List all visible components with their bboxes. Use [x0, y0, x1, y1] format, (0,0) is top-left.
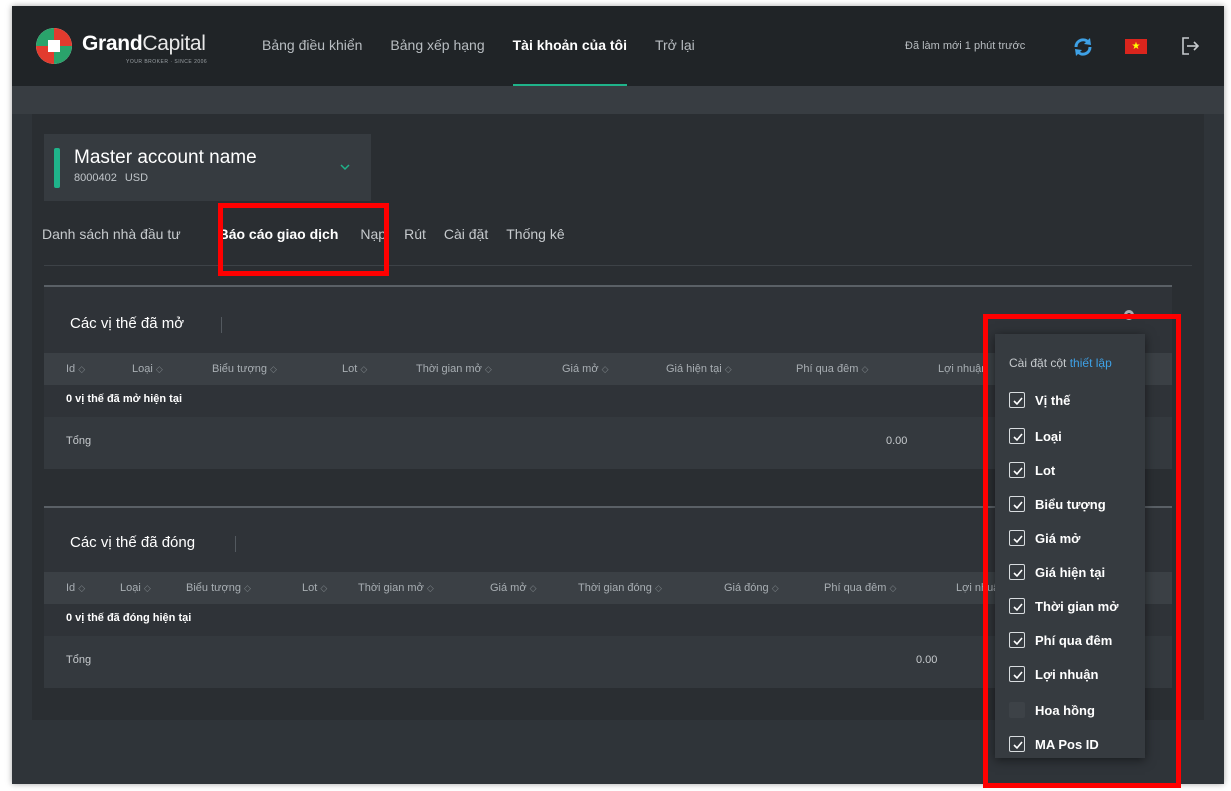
column-header[interactable]: Lot ◇: [302, 572, 327, 604]
title-divider: [235, 536, 236, 552]
logo-wordmark: GrandCapital: [82, 32, 206, 55]
column-header[interactable]: Thời gian mở ◇: [416, 353, 492, 385]
highlight-box-column-settings: [983, 314, 1181, 788]
column-header[interactable]: Phí qua đêm ◇: [824, 572, 896, 604]
flag-star-icon: ★: [1131, 41, 1141, 52]
sort-icon: ◇: [771, 583, 779, 593]
empty-state-text: 0 vị thế đã mở hiện tại: [66, 393, 183, 405]
account-details: 8000402 USD: [74, 172, 156, 184]
sort-icon: ◇: [654, 583, 662, 593]
account-status-bar: [54, 148, 60, 188]
column-header[interactable]: Thời gian mở ◇: [358, 572, 434, 604]
total-label: Tổng: [66, 654, 92, 666]
sub-header-strip: [12, 86, 1224, 114]
tab-withdraw[interactable]: Rút: [404, 214, 438, 268]
account-selector[interactable]: Master account name 8000402 USD: [44, 134, 371, 201]
column-header[interactable]: Lot ◇: [342, 353, 367, 385]
total-label: Tổng: [66, 435, 92, 447]
sort-icon: ◇: [155, 364, 163, 374]
column-header[interactable]: Loại ◇: [120, 572, 151, 604]
column-header[interactable]: Loại ◇: [132, 353, 163, 385]
sort-icon: ◇: [320, 583, 328, 593]
logout-icon[interactable]: [1180, 35, 1202, 57]
sort-icon: ◇: [529, 583, 537, 593]
sort-icon: ◇: [861, 364, 869, 374]
column-header[interactable]: Giá mở ◇: [562, 353, 609, 385]
tab-investor-list[interactable]: Danh sách nhà đầu tư: [42, 214, 193, 268]
sort-icon: ◇: [143, 583, 151, 593]
nav-item-back[interactable]: Trở lại: [641, 6, 709, 86]
sort-icon: ◇: [78, 583, 86, 593]
tab-settings[interactable]: Cài đặt: [444, 214, 500, 268]
top-navigation-bar: GrandCapital YOUR BROKER · SINCE 2006 Bả…: [12, 6, 1224, 86]
sort-icon: ◇: [601, 364, 609, 374]
nav-item-my-account[interactable]: Tài khoản của tôi: [499, 6, 641, 86]
sort-icon: ◇: [360, 364, 368, 374]
last-refreshed-text: Đã làm mới 1 phút trước: [905, 40, 1026, 52]
tabs-divider: [44, 265, 1192, 266]
main-nav: Bảng điều khiển Bảng xếp hạng Tài khoản …: [248, 6, 709, 86]
open-positions-title: Các vị thế đã mở: [70, 315, 185, 332]
title-divider: [221, 317, 222, 333]
column-header[interactable]: Id ◇: [66, 572, 85, 604]
column-header[interactable]: Id ◇: [66, 353, 85, 385]
account-number: 8000402: [74, 172, 117, 184]
highlight-box-trading-report-tab: [218, 203, 389, 276]
vietnam-flag-icon[interactable]: ★: [1125, 39, 1147, 54]
column-header[interactable]: Biểu tượng ◇: [186, 572, 251, 604]
tab-statistics[interactable]: Thống kê: [506, 214, 576, 268]
logo-mark-icon: [36, 28, 72, 64]
refresh-icon[interactable]: [1072, 36, 1094, 58]
sort-icon: ◇: [889, 583, 897, 593]
account-name: Master account name: [74, 147, 257, 168]
column-header[interactable]: Biểu tượng ◇: [212, 353, 277, 385]
sort-icon: ◇: [270, 364, 277, 374]
sort-icon: ◇: [244, 583, 251, 593]
account-currency: USD: [124, 172, 149, 184]
grandcapital-logo[interactable]: GrandCapital YOUR BROKER · SINCE 2006: [34, 24, 234, 70]
nav-item-leaderboard[interactable]: Bảng xếp hạng: [376, 6, 498, 86]
sort-icon: ◇: [724, 364, 732, 374]
total-value: 0.00: [916, 654, 938, 666]
column-header[interactable]: Giá đóng ◇: [724, 572, 779, 604]
column-header[interactable]: Phí qua đêm ◇: [796, 353, 868, 385]
logo-tagline: YOUR BROKER · SINCE 2006: [126, 59, 208, 65]
column-header[interactable]: Lợi nhuận: [938, 353, 987, 385]
column-header[interactable]: Thời gian đóng ◇: [578, 572, 662, 604]
total-value: 0.00: [886, 435, 908, 447]
column-header[interactable]: Giá hiện tại ◇: [666, 353, 732, 385]
sort-icon: ◇: [484, 364, 492, 374]
column-header[interactable]: Giá mở ◇: [490, 572, 537, 604]
nav-item-dashboard[interactable]: Bảng điều khiển: [248, 6, 376, 86]
empty-state-text: 0 vị thế đã đóng hiện tại: [66, 612, 192, 624]
chevron-down-icon[interactable]: [338, 160, 352, 174]
sort-icon: ◇: [426, 583, 434, 593]
sort-icon: ◇: [78, 364, 86, 374]
closed-positions-title: Các vị thế đã đóng: [70, 534, 196, 551]
